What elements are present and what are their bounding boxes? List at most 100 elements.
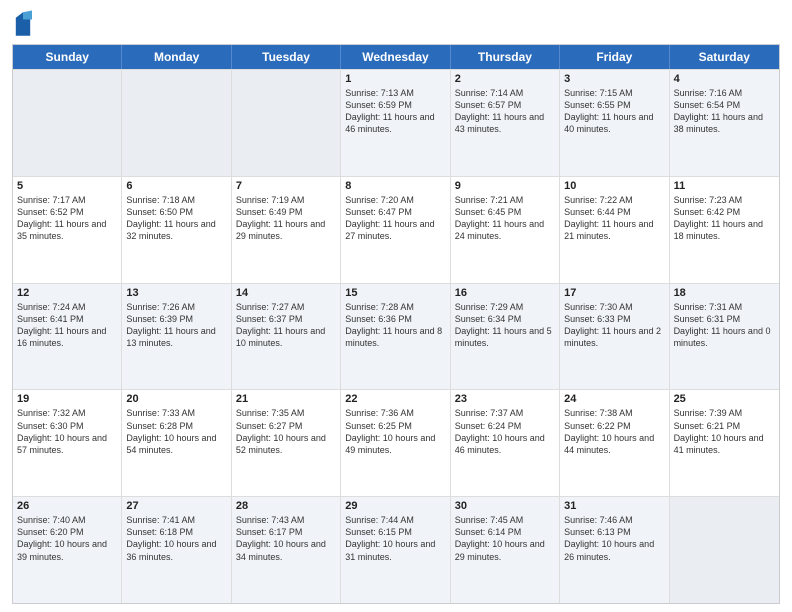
calendar-cell-6: 6Sunrise: 7:18 AM Sunset: 6:50 PM Daylig… xyxy=(122,177,231,283)
day-info: Sunrise: 7:24 AM Sunset: 6:41 PM Dayligh… xyxy=(17,301,117,350)
day-info: Sunrise: 7:19 AM Sunset: 6:49 PM Dayligh… xyxy=(236,194,336,243)
day-number: 8 xyxy=(345,180,445,192)
calendar-cell-15: 15 Sunrise: 7:28 AM Sunset: 6:36 PM Dayli… xyxy=(341,284,450,390)
day-number: 22 xyxy=(345,393,445,405)
day-number: 14 xyxy=(236,287,336,299)
calendar-cell-11: 11 Sunrise: 7:23 AM Sunset: 6:42 PM Dayli… xyxy=(670,177,779,283)
day-info: Sunrise: 7:37 AM Sunset: 6:24 PM Dayligh… xyxy=(455,407,555,456)
calendar-cell-25: 25 Sunrise: 7:39 AM Sunset: 6:21 PM Dayli… xyxy=(670,390,779,496)
day-info: Sunrise: 7:29 AM Sunset: 6:34 PM Dayligh… xyxy=(455,301,555,350)
logo-icon xyxy=(14,10,32,38)
day-number: 30 xyxy=(455,500,555,512)
day-number: 12 xyxy=(17,287,117,299)
calendar-cell-9: 9Sunrise: 7:21 AM Sunset: 6:45 PM Daylig… xyxy=(451,177,560,283)
calendar-header-sunday: Sunday xyxy=(13,45,122,69)
day-number: 9 xyxy=(455,180,555,192)
calendar-body: 1 Sunrise: 7:13 AM Sunset: 6:59 PM Daylig… xyxy=(13,69,779,603)
day-number: 17 xyxy=(564,287,664,299)
day-info: Sunrise: 7:13 AM Sunset: 6:59 PM Dayligh… xyxy=(345,87,445,136)
day-number: 6 xyxy=(126,180,226,192)
calendar-cell-empty xyxy=(122,70,231,176)
day-number: 2 xyxy=(455,73,555,85)
calendar-header-saturday: Saturday xyxy=(670,45,779,69)
day-number: 25 xyxy=(674,393,775,405)
calendar-cell-13: 13Sunrise: 7:26 AM Sunset: 6:39 PM Dayli… xyxy=(122,284,231,390)
calendar-cell-10: 10Sunrise: 7:22 AM Sunset: 6:44 PM Dayli… xyxy=(560,177,669,283)
calendar-cell-17: 17 Sunrise: 7:30 AM Sunset: 6:33 PM Dayli… xyxy=(560,284,669,390)
day-info: Sunrise: 7:44 AM Sunset: 6:15 PM Dayligh… xyxy=(345,514,445,563)
day-info: Sunrise: 7:22 AM Sunset: 6:44 PM Dayligh… xyxy=(564,194,664,243)
logo xyxy=(12,10,32,38)
calendar-cell-16: 16 Sunrise: 7:29 AM Sunset: 6:34 PM Dayli… xyxy=(451,284,560,390)
calendar-cell-23: 23 Sunrise: 7:37 AM Sunset: 6:24 PM Dayli… xyxy=(451,390,560,496)
day-info: Sunrise: 7:32 AM Sunset: 6:30 PM Dayligh… xyxy=(17,407,117,456)
day-info: Sunrise: 7:30 AM Sunset: 6:33 PM Dayligh… xyxy=(564,301,664,350)
calendar-cell-19: 19 Sunrise: 7:32 AM Sunset: 6:30 PM Dayli… xyxy=(13,390,122,496)
day-info: Sunrise: 7:17 AM Sunset: 6:52 PM Dayligh… xyxy=(17,194,117,243)
day-number: 24 xyxy=(564,393,664,405)
calendar-cell-3: 3 Sunrise: 7:15 AM Sunset: 6:55 PM Daylig… xyxy=(560,70,669,176)
calendar-cell-29: 29 Sunrise: 7:44 AM Sunset: 6:15 PM Dayli… xyxy=(341,497,450,603)
calendar-cell-20: 20 Sunrise: 7:33 AM Sunset: 6:28 PM Dayli… xyxy=(122,390,231,496)
day-info: Sunrise: 7:15 AM Sunset: 6:55 PM Dayligh… xyxy=(564,87,664,136)
calendar-cell-empty xyxy=(232,70,341,176)
calendar-cell-31: 31 Sunrise: 7:46 AM Sunset: 6:13 PM Dayli… xyxy=(560,497,669,603)
day-number: 27 xyxy=(126,500,226,512)
calendar-week-3: 12 Sunrise: 7:24 AM Sunset: 6:41 PM Dayli… xyxy=(13,283,779,390)
day-info: Sunrise: 7:46 AM Sunset: 6:13 PM Dayligh… xyxy=(564,514,664,563)
day-info: Sunrise: 7:16 AM Sunset: 6:54 PM Dayligh… xyxy=(674,87,775,136)
calendar-cell-empty xyxy=(13,70,122,176)
calendar-header-monday: Monday xyxy=(122,45,231,69)
calendar-week-1: 1 Sunrise: 7:13 AM Sunset: 6:59 PM Daylig… xyxy=(13,69,779,176)
calendar-header-wednesday: Wednesday xyxy=(341,45,450,69)
day-info: Sunrise: 7:28 AM Sunset: 6:36 PM Dayligh… xyxy=(345,301,445,350)
calendar-cell-4: 4 Sunrise: 7:16 AM Sunset: 6:54 PM Daylig… xyxy=(670,70,779,176)
day-info: Sunrise: 7:45 AM Sunset: 6:14 PM Dayligh… xyxy=(455,514,555,563)
calendar-cell-7: 7 Sunrise: 7:19 AM Sunset: 6:49 PM Daylig… xyxy=(232,177,341,283)
day-info: Sunrise: 7:31 AM Sunset: 6:31 PM Dayligh… xyxy=(674,301,775,350)
day-number: 1 xyxy=(345,73,445,85)
day-number: 29 xyxy=(345,500,445,512)
calendar-header-tuesday: Tuesday xyxy=(232,45,341,69)
day-info: Sunrise: 7:39 AM Sunset: 6:21 PM Dayligh… xyxy=(674,407,775,456)
day-number: 26 xyxy=(17,500,117,512)
day-info: Sunrise: 7:43 AM Sunset: 6:17 PM Dayligh… xyxy=(236,514,336,563)
day-info: Sunrise: 7:14 AM Sunset: 6:57 PM Dayligh… xyxy=(455,87,555,136)
day-info: Sunrise: 7:38 AM Sunset: 6:22 PM Dayligh… xyxy=(564,407,664,456)
day-number: 7 xyxy=(236,180,336,192)
calendar-cell-22: 22 Sunrise: 7:36 AM Sunset: 6:25 PM Dayli… xyxy=(341,390,450,496)
day-number: 3 xyxy=(564,73,664,85)
calendar-cell-26: 26 Sunrise: 7:40 AM Sunset: 6:20 PM Dayli… xyxy=(13,497,122,603)
day-number: 11 xyxy=(674,180,775,192)
calendar-cell-21: 21Sunrise: 7:35 AM Sunset: 6:27 PM Dayli… xyxy=(232,390,341,496)
day-number: 28 xyxy=(236,500,336,512)
day-number: 31 xyxy=(564,500,664,512)
day-info: Sunrise: 7:40 AM Sunset: 6:20 PM Dayligh… xyxy=(17,514,117,563)
day-number: 19 xyxy=(17,393,117,405)
calendar-cell-14: 14 Sunrise: 7:27 AM Sunset: 6:37 PM Dayli… xyxy=(232,284,341,390)
day-number: 13 xyxy=(126,287,226,299)
day-number: 5 xyxy=(17,180,117,192)
day-info: Sunrise: 7:35 AM Sunset: 6:27 PM Dayligh… xyxy=(236,407,336,456)
calendar-cell-8: 8 Sunrise: 7:20 AM Sunset: 6:47 PM Daylig… xyxy=(341,177,450,283)
calendar-cell-1: 1 Sunrise: 7:13 AM Sunset: 6:59 PM Daylig… xyxy=(341,70,450,176)
day-number: 4 xyxy=(674,73,775,85)
day-info: Sunrise: 7:27 AM Sunset: 6:37 PM Dayligh… xyxy=(236,301,336,350)
day-number: 18 xyxy=(674,287,775,299)
day-number: 15 xyxy=(345,287,445,299)
calendar-week-4: 19 Sunrise: 7:32 AM Sunset: 6:30 PM Dayli… xyxy=(13,389,779,496)
calendar-week-2: 5 Sunrise: 7:17 AM Sunset: 6:52 PM Daylig… xyxy=(13,176,779,283)
calendar-cell-18: 18 Sunrise: 7:31 AM Sunset: 6:31 PM Dayli… xyxy=(670,284,779,390)
header xyxy=(12,10,780,38)
day-number: 16 xyxy=(455,287,555,299)
calendar-header-row: SundayMondayTuesdayWednesdayThursdayFrid… xyxy=(13,45,779,69)
day-info: Sunrise: 7:36 AM Sunset: 6:25 PM Dayligh… xyxy=(345,407,445,456)
day-number: 20 xyxy=(126,393,226,405)
calendar-cell-5: 5 Sunrise: 7:17 AM Sunset: 6:52 PM Daylig… xyxy=(13,177,122,283)
day-info: Sunrise: 7:33 AM Sunset: 6:28 PM Dayligh… xyxy=(126,407,226,456)
calendar-cell-24: 24 Sunrise: 7:38 AM Sunset: 6:22 PM Dayli… xyxy=(560,390,669,496)
day-number: 23 xyxy=(455,393,555,405)
day-info: Sunrise: 7:23 AM Sunset: 6:42 PM Dayligh… xyxy=(674,194,775,243)
day-info: Sunrise: 7:20 AM Sunset: 6:47 PM Dayligh… xyxy=(345,194,445,243)
calendar-header-friday: Friday xyxy=(560,45,669,69)
